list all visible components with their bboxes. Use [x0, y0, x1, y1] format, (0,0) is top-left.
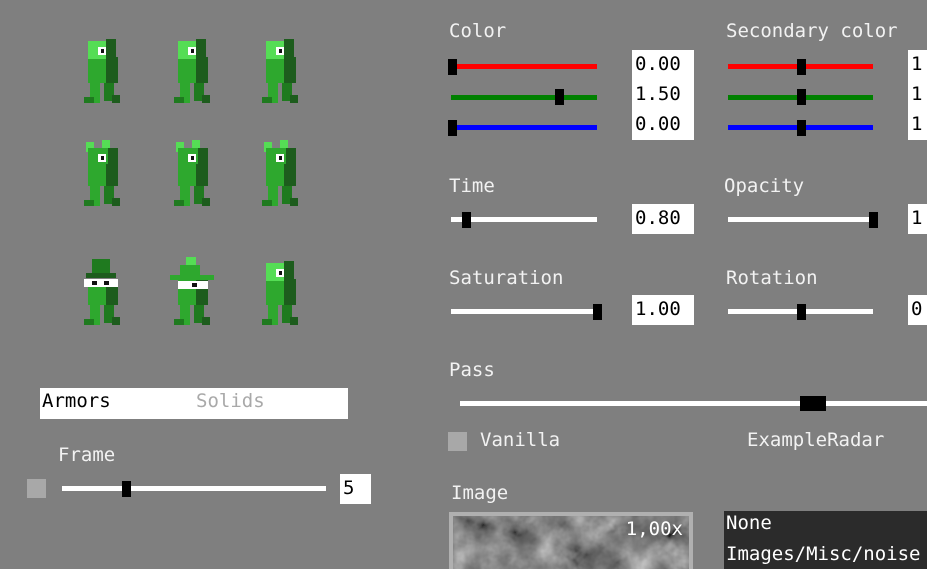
image-source-list: None Images/Misc/noise	[724, 511, 927, 569]
image-label: Image	[451, 482, 509, 504]
armor-sprite-8[interactable]	[162, 257, 222, 329]
secondary-green-slider-thumb[interactable]	[796, 89, 806, 105]
secondary-red-value[interactable]: 1.	[908, 50, 927, 80]
armor-sprite-1[interactable]	[72, 35, 132, 107]
color-red-slider-track[interactable]	[451, 64, 597, 69]
opacity-value[interactable]: 1.	[908, 204, 927, 234]
saturation-label: Saturation	[449, 267, 564, 289]
opacity-label: Opacity	[724, 175, 805, 197]
saturation-slider-track[interactable]	[451, 309, 597, 314]
opacity-slider-track[interactable]	[728, 217, 874, 222]
time-label: Time	[449, 175, 495, 197]
color-green-value[interactable]: 1.50	[632, 80, 694, 110]
secondary-red-slider-thumb[interactable]	[796, 59, 806, 75]
saturation-value[interactable]: 1.00	[632, 295, 694, 325]
color-red-value[interactable]: 0.00	[632, 50, 694, 80]
pass-slider-thumb[interactable]	[799, 396, 826, 411]
color-red-slider-thumb[interactable]	[448, 59, 457, 75]
image-option-noise[interactable]: Images/Misc/noise	[726, 543, 920, 565]
time-value[interactable]: 0.80	[632, 204, 694, 234]
color-green-slider-thumb[interactable]	[555, 89, 565, 105]
image-option-none[interactable]: None	[726, 512, 772, 534]
armor-sprite-7[interactable]	[72, 257, 132, 329]
secondary-green-value[interactable]: 1.	[908, 80, 927, 110]
category-tab-bar: Armors Solids	[40, 388, 348, 419]
tab-solids[interactable]: Solids	[196, 390, 265, 412]
pass-label: Pass	[449, 359, 495, 381]
frame-slider-thumb[interactable]	[122, 481, 131, 497]
frame-slider-track[interactable]	[62, 486, 326, 491]
color-blue-slider-thumb[interactable]	[448, 120, 457, 136]
armor-sprite-3[interactable]	[250, 35, 310, 107]
time-slider-track[interactable]	[451, 217, 597, 222]
frame-value[interactable]: 5	[340, 474, 371, 504]
armor-sprite-4[interactable]	[72, 138, 132, 210]
armor-sprite-5[interactable]	[162, 138, 222, 210]
vanilla-checkbox[interactable]	[448, 432, 467, 451]
armor-sprite-6[interactable]	[250, 138, 310, 210]
color-label: Color	[449, 20, 507, 42]
image-zoom-label: 1,00x	[625, 518, 683, 540]
color-green-slider-track[interactable]	[451, 95, 597, 100]
tab-armors[interactable]: Armors	[42, 390, 111, 412]
time-slider-thumb[interactable]	[462, 212, 472, 228]
secondary-color-label: Secondary color	[726, 20, 898, 42]
image-preview: 1,00x	[449, 512, 693, 569]
secondary-blue-value[interactable]: 1.	[908, 110, 927, 140]
example-radar-option[interactable]: ExampleRadar	[747, 429, 884, 451]
secondary-blue-slider-thumb[interactable]	[796, 120, 806, 136]
rotation-slider-thumb[interactable]	[796, 304, 806, 320]
vanilla-label[interactable]: Vanilla	[480, 429, 560, 451]
saturation-slider-thumb[interactable]	[593, 304, 602, 320]
rotation-value[interactable]: 0.	[908, 295, 927, 325]
pass-slider-track[interactable]	[460, 401, 927, 406]
opacity-slider-thumb[interactable]	[869, 212, 878, 228]
frame-label: Frame	[58, 444, 116, 466]
color-blue-value[interactable]: 0.00	[632, 110, 694, 140]
color-blue-slider-track[interactable]	[451, 125, 597, 130]
armor-sprite-2[interactable]	[162, 35, 222, 107]
frame-checkbox[interactable]	[27, 479, 46, 498]
rotation-label: Rotation	[726, 267, 818, 289]
armor-sprite-9[interactable]	[250, 257, 310, 329]
